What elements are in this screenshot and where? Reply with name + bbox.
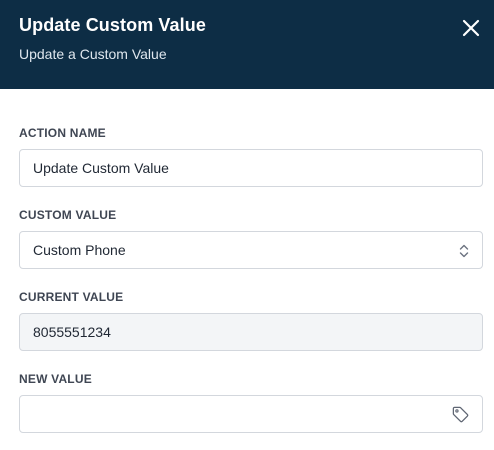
close-icon — [462, 19, 480, 37]
panel-header: Update Custom Value Update a Custom Valu… — [0, 0, 494, 89]
panel-subtitle: Update a Custom Value — [19, 46, 167, 62]
chevron-up-down-icon — [459, 244, 469, 258]
current-value-text: 8055551234 — [33, 324, 111, 340]
tag-icon[interactable] — [451, 405, 470, 424]
new-value-field[interactable] — [19, 395, 483, 433]
current-value-label: CURRENT VALUE — [19, 290, 124, 304]
panel-title: Update Custom Value — [19, 15, 206, 35]
current-value-field: 8055551234 — [19, 313, 483, 351]
action-name-input[interactable] — [20, 150, 482, 186]
custom-value-label: CUSTOM VALUE — [19, 208, 117, 222]
action-name-label: ACTION NAME — [19, 126, 106, 140]
custom-value-select[interactable]: Custom Phone — [19, 231, 483, 269]
update-custom-value-panel: Update Custom Value Update a Custom Valu… — [0, 0, 494, 450]
new-value-label: NEW VALUE — [19, 372, 92, 386]
close-button[interactable] — [458, 15, 484, 41]
action-name-field[interactable] — [19, 149, 483, 187]
custom-value-selected: Custom Phone — [33, 242, 126, 258]
new-value-input[interactable] — [20, 396, 482, 432]
